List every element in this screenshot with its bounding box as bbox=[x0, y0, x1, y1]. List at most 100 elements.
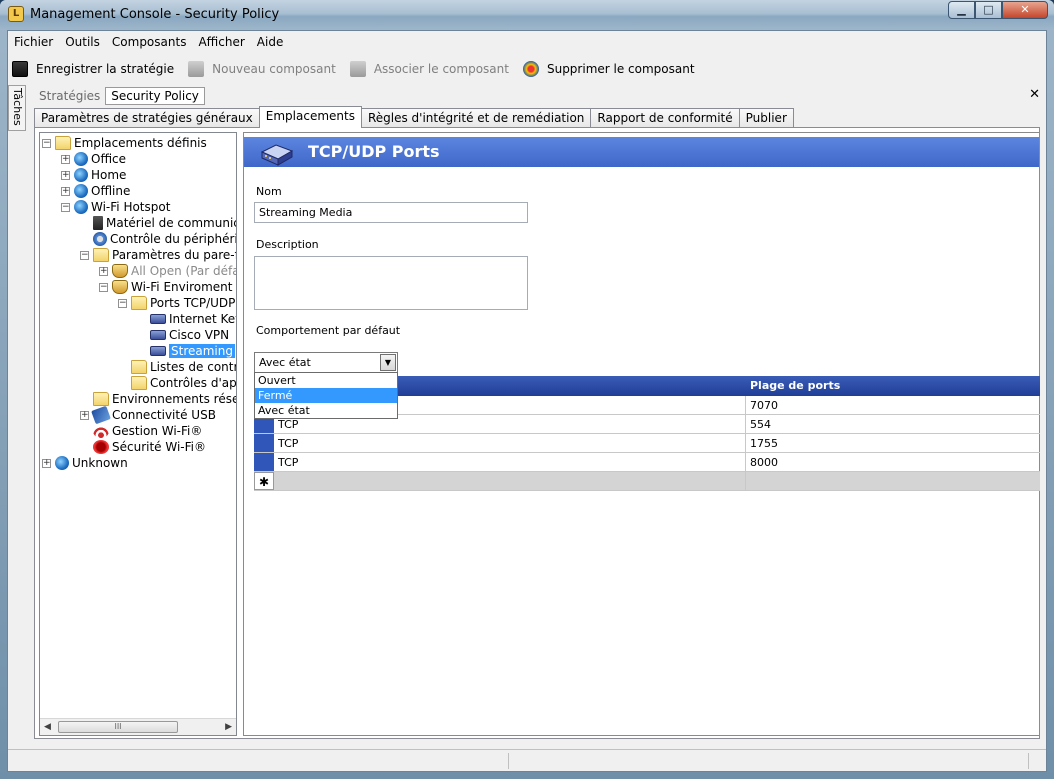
tree-item-usb-connectivity[interactable]: + Connectivité USB bbox=[80, 405, 216, 425]
collapse-icon[interactable]: − bbox=[99, 282, 108, 292]
protocol-cell[interactable]: TCP bbox=[278, 437, 298, 450]
tree-item-wifi-security[interactable]: Sécurité Wi-Fi® bbox=[80, 439, 206, 455]
tab-content: − Emplacements définis + Office + Home + bbox=[34, 127, 1040, 739]
wifi-icon bbox=[93, 424, 109, 438]
delete-component-label: Supprimer le composant bbox=[546, 62, 695, 76]
tree-item-app-controls[interactable]: Contrôles d'app bbox=[118, 375, 236, 391]
title-bar[interactable]: L Management Console - Security Policy ▁… bbox=[0, 0, 1054, 30]
router-icon bbox=[150, 314, 166, 324]
column-port-range[interactable]: Plage de ports bbox=[750, 379, 840, 392]
tree-item-unknown[interactable]: + Unknown bbox=[42, 455, 128, 471]
scroll-left-icon[interactable]: ◀ bbox=[44, 722, 51, 732]
tree-item-all-open[interactable]: + All Open (Par défau bbox=[99, 263, 236, 279]
collapse-icon[interactable]: − bbox=[80, 250, 89, 260]
tree-item-label: Unknown bbox=[72, 456, 128, 470]
folder-open-icon bbox=[131, 296, 147, 310]
default-behavior-label: Comportement par défaut bbox=[256, 324, 401, 337]
tree-item-wifi-hotspot[interactable]: − Wi-Fi Hotspot bbox=[61, 199, 170, 215]
collapse-icon[interactable]: − bbox=[61, 202, 70, 212]
name-field[interactable]: Streaming Media bbox=[254, 202, 528, 223]
scroll-right-icon[interactable]: ▶ bbox=[225, 722, 232, 732]
tree-item-network-environments[interactable]: Environnements résea bbox=[80, 391, 236, 407]
doc-tab-strategies[interactable]: Stratégies bbox=[34, 88, 105, 104]
close-document-icon[interactable]: ✕ bbox=[1029, 87, 1040, 102]
collapse-icon[interactable]: − bbox=[118, 298, 127, 308]
scroll-thumb[interactable]: III bbox=[58, 721, 178, 733]
menu-fichier[interactable]: Fichier bbox=[14, 35, 53, 49]
table-row[interactable]: TCP 8000 bbox=[254, 453, 1040, 472]
menu-outils[interactable]: Outils bbox=[65, 35, 100, 49]
window-title: Management Console - Security Policy bbox=[30, 7, 280, 22]
tree-item-control-lists[interactable]: Listes de contrô bbox=[118, 359, 236, 375]
option-ferme[interactable]: Fermé bbox=[255, 388, 397, 403]
menu-composants[interactable]: Composants bbox=[112, 35, 187, 49]
collapse-icon[interactable]: − bbox=[42, 138, 51, 148]
tree-item-communication-hardware[interactable]: Matériel de communica bbox=[80, 215, 236, 231]
close-button[interactable]: ✕ bbox=[1002, 1, 1048, 19]
delete-component-button[interactable]: Supprimer le composant bbox=[522, 61, 695, 77]
minimize-button[interactable]: ▁ bbox=[948, 1, 975, 19]
row-header[interactable] bbox=[254, 453, 274, 471]
default-behavior-dropdown: Ouvert Fermé Avec état bbox=[254, 372, 398, 419]
expand-icon[interactable]: + bbox=[99, 266, 108, 276]
tree-item-wifi-management[interactable]: Gestion Wi-Fi® bbox=[80, 423, 202, 439]
protocol-cell[interactable]: TCP bbox=[278, 418, 298, 431]
tasks-side-tab[interactable]: Tâches bbox=[8, 85, 26, 131]
new-component-icon bbox=[188, 61, 205, 77]
doc-tab-security-policy[interactable]: Security Policy bbox=[105, 87, 205, 105]
tab-general-settings[interactable]: Paramètres de stratégies généraux bbox=[34, 108, 260, 128]
option-avec-etat[interactable]: Avec état bbox=[255, 403, 397, 418]
tree-item-internet-key[interactable]: Internet Key bbox=[137, 311, 236, 327]
save-policy-button[interactable]: Enregistrer la stratégie bbox=[12, 61, 174, 77]
expand-icon[interactable]: + bbox=[80, 410, 89, 420]
port-range-cell[interactable]: 8000 bbox=[750, 456, 778, 469]
tab-compliance-report[interactable]: Rapport de conformité bbox=[590, 108, 740, 128]
tree-item-label: Contrôle du périphériqu bbox=[110, 232, 236, 246]
tab-publish[interactable]: Publier bbox=[738, 108, 794, 128]
tree-item-office[interactable]: + Office bbox=[61, 151, 126, 167]
associate-component-button[interactable]: Associer le composant bbox=[349, 61, 509, 77]
expand-icon[interactable]: + bbox=[61, 154, 70, 164]
expand-icon[interactable]: + bbox=[61, 186, 70, 196]
tree-item-label: Paramètres du pare-fe bbox=[112, 248, 237, 262]
tree-item-wifi-environment[interactable]: − Wi-Fi Enviroment bbox=[99, 279, 232, 295]
tree-horizontal-scrollbar[interactable]: ◀ III ▶ bbox=[40, 718, 236, 735]
protocol-cell[interactable]: TCP bbox=[278, 456, 298, 469]
new-row[interactable]: ✱ bbox=[254, 472, 1040, 491]
usb-icon bbox=[91, 405, 111, 425]
menu-aide[interactable]: Aide bbox=[257, 35, 284, 49]
default-behavior-select[interactable]: Avec état ▼ bbox=[254, 352, 398, 373]
tree-item-cisco-vpn[interactable]: Cisco VPN bbox=[137, 327, 229, 343]
maximize-button[interactable]: □ bbox=[975, 1, 1002, 19]
option-ouvert[interactable]: Ouvert bbox=[255, 373, 397, 388]
globe-icon bbox=[74, 168, 88, 182]
port-range-cell[interactable]: 7070 bbox=[750, 399, 778, 412]
tree-item-device-control[interactable]: Contrôle du périphériqu bbox=[80, 231, 236, 247]
chevron-down-icon[interactable]: ▼ bbox=[380, 354, 396, 371]
tab-integrity-rules[interactable]: Règles d'intégrité et de remédiation bbox=[360, 108, 592, 128]
tree-item-tcp-udp-ports[interactable]: − Ports TCP/UDP bbox=[118, 295, 235, 311]
expand-icon[interactable]: + bbox=[42, 458, 51, 468]
panel-header: TCP/UDP Ports bbox=[244, 137, 1039, 167]
new-row-marker[interactable]: ✱ bbox=[254, 472, 274, 490]
table-row[interactable]: TCP 1755 bbox=[254, 434, 1040, 453]
app-icon: L bbox=[8, 6, 24, 22]
expand-icon[interactable]: + bbox=[61, 170, 70, 180]
new-component-button[interactable]: Nouveau composant bbox=[188, 61, 336, 77]
folder-icon bbox=[93, 392, 109, 406]
row-header[interactable] bbox=[254, 434, 274, 452]
tree-item-label: Connectivité USB bbox=[112, 408, 216, 422]
description-field[interactable] bbox=[254, 256, 528, 310]
tab-locations[interactable]: Emplacements bbox=[258, 106, 362, 128]
tree-item-emplacements-definis[interactable]: − Emplacements définis bbox=[42, 135, 207, 151]
tree-item-offline[interactable]: + Offline bbox=[61, 183, 130, 199]
menu-afficher[interactable]: Afficher bbox=[198, 35, 244, 49]
tree-item-streaming[interactable]: Streaming bbox=[137, 343, 235, 359]
default-behavior-value: Avec état bbox=[259, 356, 311, 369]
tree-item-home[interactable]: + Home bbox=[61, 167, 126, 183]
tree-item-firewall-settings[interactable]: − Paramètres du pare-fe bbox=[80, 247, 237, 263]
firewall-shield-icon bbox=[112, 280, 128, 294]
new-component-label: Nouveau composant bbox=[212, 62, 336, 76]
port-range-cell[interactable]: 554 bbox=[750, 418, 771, 431]
port-range-cell[interactable]: 1755 bbox=[750, 437, 778, 450]
